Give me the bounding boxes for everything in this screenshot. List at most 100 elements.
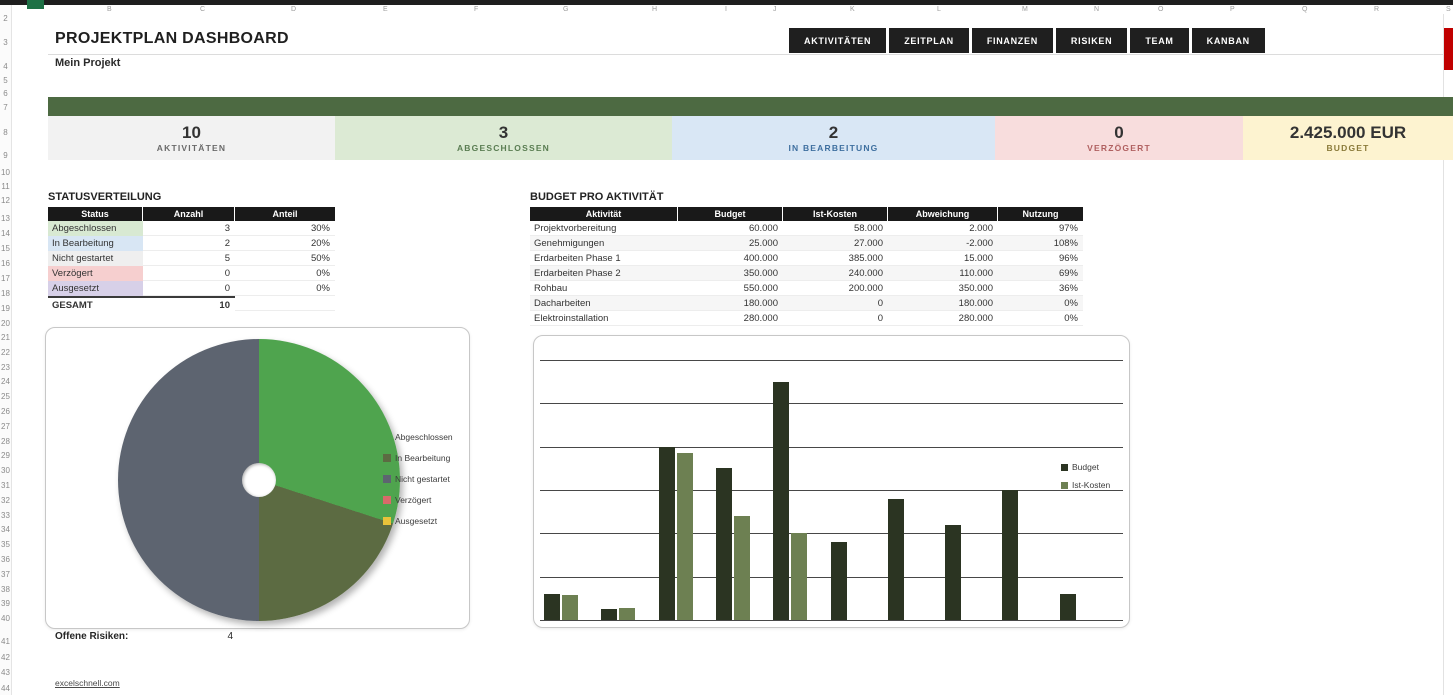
row-header-7[interactable]: 7 — [0, 102, 11, 114]
row-header-16[interactable]: 16 — [0, 258, 11, 270]
row-header-26[interactable]: 26 — [0, 406, 11, 418]
row-header-44[interactable]: 44 — [0, 683, 11, 695]
row-header-22[interactable]: 22 — [0, 347, 11, 359]
kpi-card-budget: 2.425.000 EURBUDGET — [1243, 116, 1453, 160]
row-header-10[interactable]: 10 — [0, 167, 11, 179]
row-header-9[interactable]: 9 — [0, 150, 11, 162]
project-name: Mein Projekt — [55, 57, 120, 69]
budget-value-cell: 385.000 — [783, 251, 888, 266]
row-header-20[interactable]: 20 — [0, 318, 11, 330]
column-header-b[interactable]: B — [107, 5, 112, 14]
budget-value-cell: 180.000 — [888, 296, 998, 311]
nav-button-team[interactable]: TEAM — [1130, 28, 1188, 53]
column-header-o[interactable]: O — [1158, 5, 1163, 14]
column-header-s[interactable]: S — [1446, 5, 1451, 14]
row-header-41[interactable]: 41 — [0, 636, 11, 648]
gridline — [540, 447, 1123, 448]
column-header-c[interactable]: C — [200, 5, 205, 14]
column-header-q[interactable]: Q — [1302, 5, 1307, 14]
status-count-cell: 5 — [143, 251, 235, 266]
column-header-g[interactable]: G — [563, 5, 568, 14]
column-header-p[interactable]: P — [1230, 5, 1235, 14]
row-header-8[interactable]: 8 — [0, 127, 11, 139]
bar-budget — [888, 499, 904, 620]
kpi-label: AKTIVITÄTEN — [157, 143, 226, 153]
column-header-l[interactable]: L — [937, 5, 941, 14]
row-header-21[interactable]: 21 — [0, 332, 11, 344]
status-row-nichtgestartet: Nicht gestartet550% — [48, 251, 335, 266]
status-pie-chart[interactable]: AbgeschlossenIn BearbeitungNicht gestart… — [45, 327, 470, 629]
row-header-6[interactable]: 6 — [0, 88, 11, 100]
row-header-12[interactable]: 12 — [0, 195, 11, 207]
nav-button-aktivitten[interactable]: AKTIVITÄTEN — [789, 28, 886, 53]
budget-value-cell: 180.000 — [678, 296, 783, 311]
row-header-38[interactable]: 38 — [0, 584, 11, 596]
column-header-n[interactable]: N — [1094, 5, 1099, 14]
status-name-cell: Verzögert — [48, 266, 143, 281]
nav-bar: AKTIVITÄTENZEITPLANFINANZENRISIKENTEAMKA… — [789, 28, 1265, 53]
budget-column-header: Ist-Kosten — [783, 207, 888, 221]
row-header-37[interactable]: 37 — [0, 569, 11, 581]
budget-bar-chart[interactable]: BudgetIst-Kosten — [533, 335, 1130, 628]
row-header-4[interactable]: 4 — [0, 61, 11, 73]
kpi-label: VERZÖGERT — [1087, 143, 1151, 153]
budget-value-cell: 60.000 — [678, 221, 783, 236]
column-header-r[interactable]: R — [1374, 5, 1379, 14]
kpi-label: IN BEARBEITUNG — [789, 143, 879, 153]
bar-budget — [773, 382, 789, 620]
column-header-m[interactable]: M — [1022, 5, 1028, 14]
budget-section-title: BUDGET PRO AKTIVITÄT — [530, 191, 663, 203]
row-header-29[interactable]: 29 — [0, 450, 11, 462]
row-header-39[interactable]: 39 — [0, 598, 11, 610]
budget-value-cell: 69% — [998, 266, 1083, 281]
row-header-23[interactable]: 23 — [0, 362, 11, 374]
row-header-32[interactable]: 32 — [0, 495, 11, 507]
row-header-15[interactable]: 15 — [0, 243, 11, 255]
row-header-36[interactable]: 36 — [0, 554, 11, 566]
column-header-i[interactable]: I — [725, 5, 727, 14]
row-header-18[interactable]: 18 — [0, 288, 11, 300]
activity-name-cell: Erdarbeiten Phase 1 — [530, 251, 678, 266]
column-header-h[interactable]: H — [652, 5, 657, 14]
status-table: StatusAnzahlAnteilAbgeschlossen330%In Be… — [48, 207, 335, 311]
row-header-30[interactable]: 30 — [0, 465, 11, 477]
column-header-j[interactable]: J — [773, 5, 777, 14]
row-header-2[interactable]: 2 — [0, 13, 11, 25]
row-header-3[interactable]: 3 — [0, 37, 11, 49]
nav-button-kanban[interactable]: KANBAN — [1192, 28, 1265, 53]
pie-donut-hole — [242, 463, 276, 497]
column-header-k[interactable]: K — [850, 5, 855, 14]
divider — [48, 54, 1443, 55]
row-header-28[interactable]: 28 — [0, 436, 11, 448]
gridline — [540, 490, 1123, 491]
row-header-14[interactable]: 14 — [0, 228, 11, 240]
status-table-header-row: StatusAnzahlAnteil — [48, 207, 335, 221]
row-header-24[interactable]: 24 — [0, 376, 11, 388]
column-header-f[interactable]: F — [474, 5, 478, 14]
row-header-17[interactable]: 17 — [0, 273, 11, 285]
nav-button-zeitplan[interactable]: ZEITPLAN — [889, 28, 969, 53]
row-header-43[interactable]: 43 — [0, 667, 11, 679]
nav-button-risiken[interactable]: RISIKEN — [1056, 28, 1127, 53]
row-header-42[interactable]: 42 — [0, 652, 11, 664]
bar-budget — [659, 447, 675, 620]
row-header-31[interactable]: 31 — [0, 480, 11, 492]
row-header-40[interactable]: 40 — [0, 613, 11, 625]
row-header-19[interactable]: 19 — [0, 303, 11, 315]
bar-istkosten — [791, 533, 807, 620]
pie-legend-item: Verzögert — [383, 495, 453, 505]
column-header-d[interactable]: D — [291, 5, 296, 14]
row-header-5[interactable]: 5 — [0, 75, 11, 87]
row-header-33[interactable]: 33 — [0, 510, 11, 522]
row-header-11[interactable]: 11 — [0, 181, 11, 193]
row-header-34[interactable]: 34 — [0, 524, 11, 536]
row-header-27[interactable]: 27 — [0, 421, 11, 433]
footer-link[interactable]: excelschnell.com — [55, 678, 120, 688]
budget-value-cell: 97% — [998, 221, 1083, 236]
row-header-25[interactable]: 25 — [0, 391, 11, 403]
status-share-cell: 30% — [235, 221, 335, 236]
nav-button-finanzen[interactable]: FINANZEN — [972, 28, 1053, 53]
column-header-e[interactable]: E — [383, 5, 388, 14]
row-header-13[interactable]: 13 — [0, 213, 11, 225]
row-header-35[interactable]: 35 — [0, 539, 11, 551]
